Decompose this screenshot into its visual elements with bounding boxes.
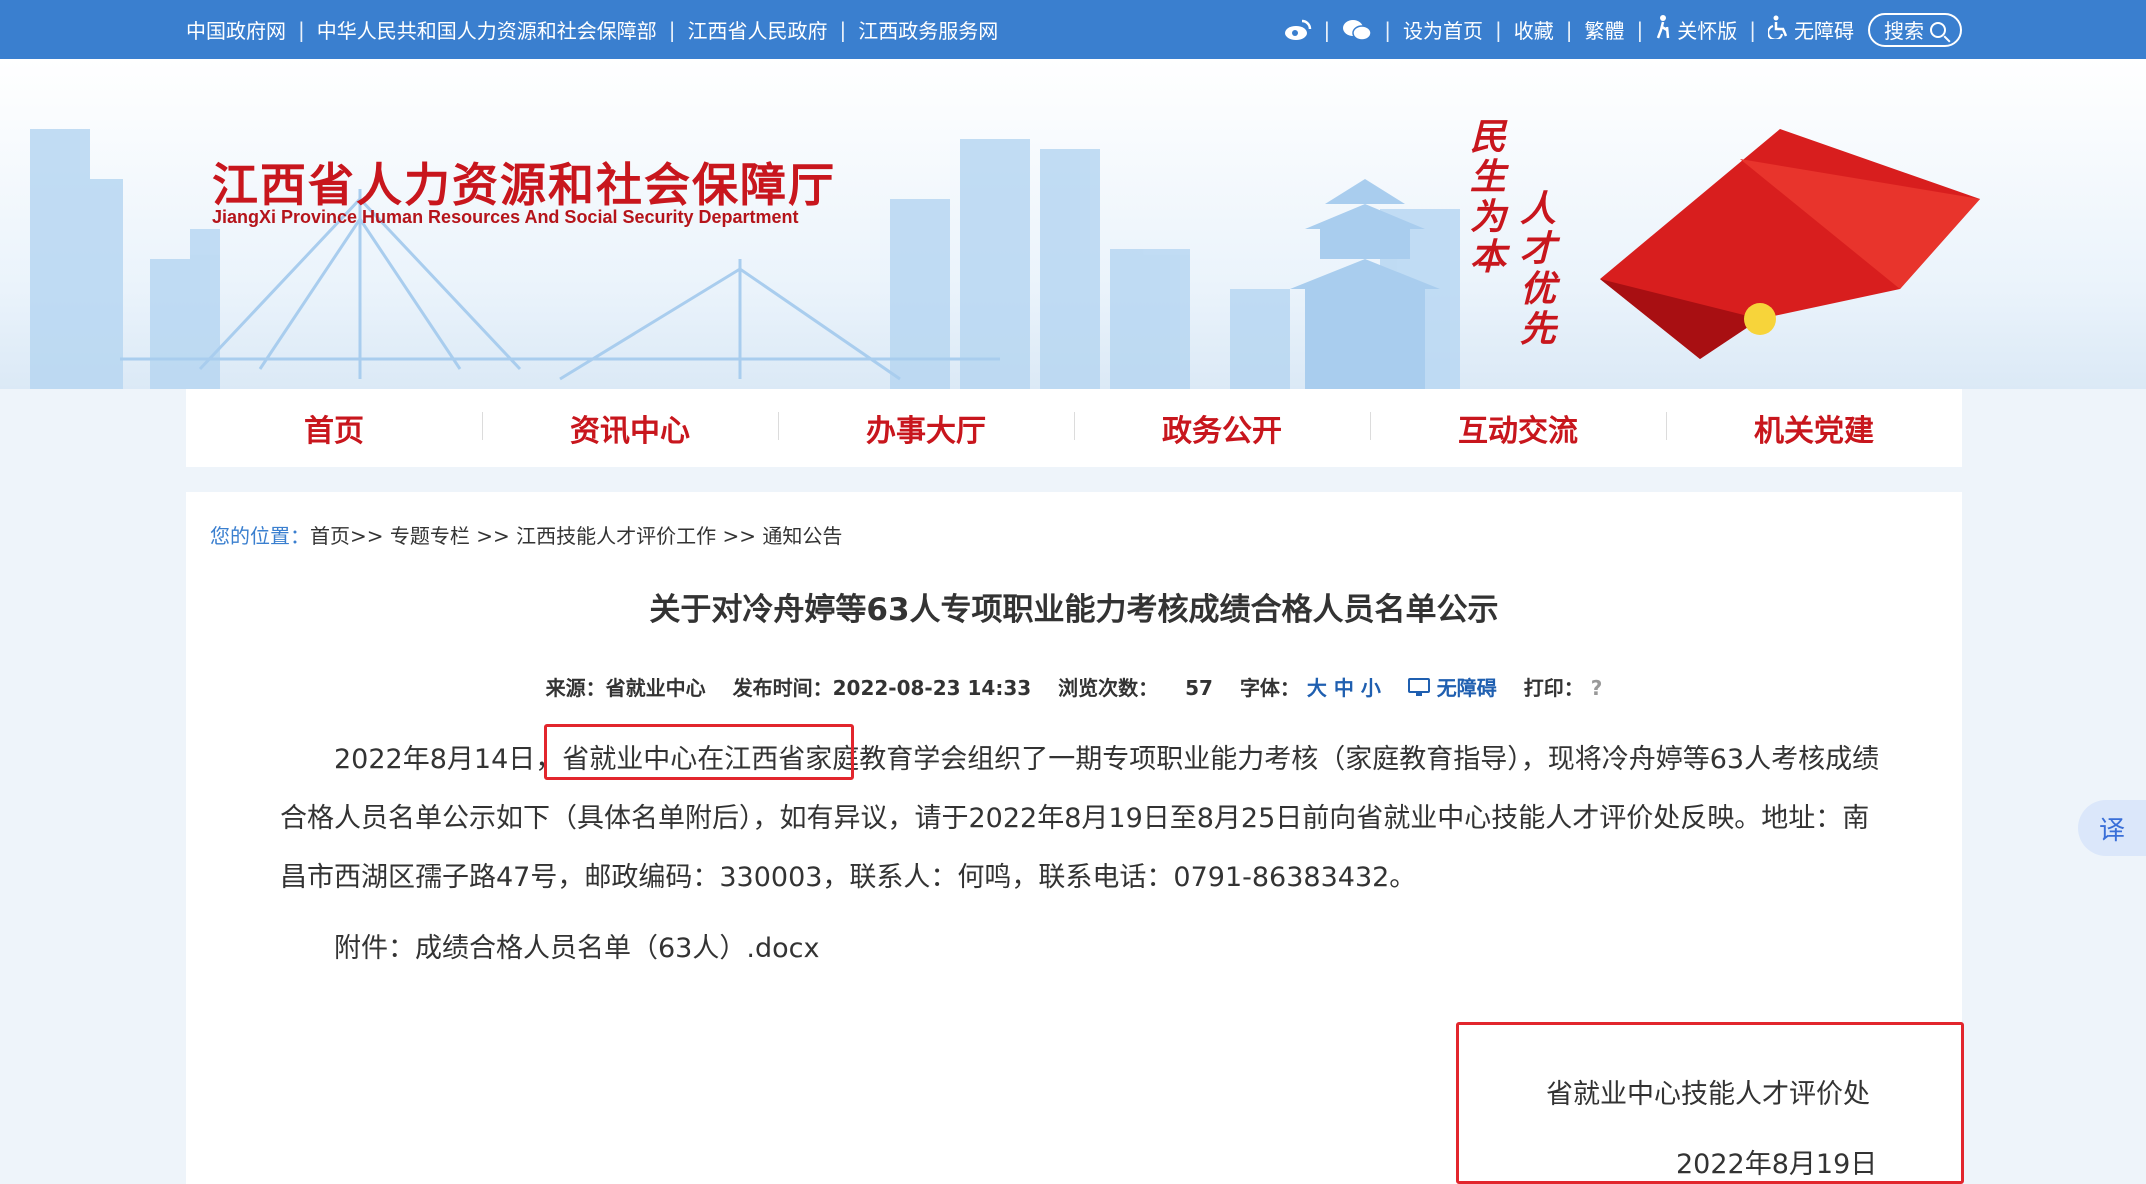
nav-news[interactable]: 资讯中心	[482, 406, 778, 450]
breadcrumb: 您的位置：首页>> 专题专栏 >> 江西技能人才评价工作 >> 通知公告	[210, 520, 842, 549]
link-jiangxi-gov[interactable]: 江西省人民政府	[688, 15, 828, 44]
care-mode-link[interactable]: 关怀版	[1655, 14, 1738, 45]
accessible-reading-link[interactable]: 无障碍	[1407, 676, 1504, 700]
slogan-people: 民生为本	[1470, 116, 1507, 278]
search-label: 搜索	[1884, 19, 1924, 43]
article-title: 关于对冷舟婷等63人专项职业能力考核成绩合格人员名单公示	[649, 592, 1499, 628]
article-body: 2022年8月14日，省就业中心在江西省家庭教育学会组织了一期专项职业能力考核（…	[280, 730, 1880, 978]
site-title[interactable]: 江西省人力资源和社会保障厅	[212, 149, 836, 215]
divider: |	[1384, 17, 1391, 42]
meta-views-label: 浏览次数：	[1058, 676, 1159, 700]
divider: |	[1636, 17, 1644, 42]
wheelchair-icon	[1767, 15, 1790, 45]
meta-font-label: 字体：	[1239, 676, 1300, 700]
accessible-label: 无障碍	[1436, 676, 1497, 700]
search-icon	[1930, 21, 1946, 38]
main-nav: 首页 资讯中心 办事大厅 政务公开 互动交流 机关党建	[186, 389, 1962, 467]
meta-publish-time: 发布时间：2022-08-23 14:33	[732, 676, 1032, 700]
care-mode-label: 关怀版	[1677, 19, 1738, 43]
highlight-box-organizer	[544, 724, 854, 780]
accessibility-link[interactable]: 无障碍	[1767, 15, 1854, 45]
divider: |	[1495, 17, 1502, 42]
link-mohrss[interactable]: 中华人民共和国人力资源和社会保障部	[317, 15, 657, 44]
divider: |	[839, 17, 847, 42]
link-jiangxi-service[interactable]: 江西政务服务网	[858, 15, 998, 44]
meta-print-label: 打印：	[1523, 676, 1584, 700]
font-size-switch[interactable]: 大 中 小	[1307, 676, 1381, 700]
attachment-link[interactable]: 附件：成绩合格人员名单（63人）.docx	[280, 919, 1880, 978]
site-subtitle: JiangXi Province Human Resources And Soc…	[212, 207, 799, 227]
traditional-link[interactable]: 繁體	[1585, 15, 1625, 44]
article-paragraph: 2022年8月14日，省就业中心在江西省家庭教育学会组织了一期专项职业能力考核（…	[280, 730, 1880, 907]
signature-org: 省就业中心技能人才评价处	[1546, 1079, 1870, 1110]
print-icon[interactable]: ?	[1591, 676, 1603, 700]
favorite-link[interactable]: 收藏	[1514, 15, 1554, 44]
header-banner: 江西省人力资源和社会保障厅 JiangXi Province Human Res…	[0, 59, 2146, 389]
nav-services[interactable]: 办事大厅	[778, 406, 1074, 450]
translate-button[interactable]: 译	[2078, 800, 2146, 856]
nav-interaction[interactable]: 互动交流	[1370, 406, 1666, 450]
search-button[interactable]: 搜索	[1868, 12, 1962, 47]
set-home-link[interactable]: 设为首页	[1403, 15, 1483, 44]
para-date: 2022年8月14日，	[334, 744, 563, 775]
top-bar: 中国政府网 | 中华人民共和国人力资源和社会保障部 | 江西省人民政府 | 江西…	[0, 0, 2146, 59]
wechat-icon[interactable]	[1342, 18, 1372, 42]
elderly-icon	[1655, 14, 1673, 45]
nav-home[interactable]: 首页	[186, 406, 482, 450]
slogan-talent: 人才优先	[1520, 188, 1557, 350]
divider: |	[1323, 17, 1331, 42]
divider: |	[668, 17, 676, 42]
nav-disclosure[interactable]: 政务公开	[1074, 406, 1370, 450]
nav-party[interactable]: 机关党建	[1666, 406, 1962, 450]
link-gov[interactable]: 中国政府网	[186, 15, 286, 44]
meta-views: 57	[1185, 676, 1213, 700]
breadcrumb-path[interactable]: 首页>> 专题专栏 >> 江西技能人才评价工作 >> 通知公告	[310, 524, 842, 548]
meta-source: 来源：省就业中心	[545, 676, 706, 700]
divider: |	[298, 17, 305, 42]
weibo-icon[interactable]	[1284, 18, 1312, 42]
top-links: 中国政府网 | 中华人民共和国人力资源和社会保障部 | 江西省人民政府 | 江西…	[186, 0, 998, 59]
signature-date: 2022年8月19日	[1676, 1149, 1878, 1180]
divider: |	[1565, 17, 1573, 42]
article-meta: 来源：省就业中心 发布时间：2022-08-23 14:33 浏览次数： 57 …	[186, 672, 1962, 701]
monitor-icon	[1407, 678, 1430, 696]
top-tools: | | 设为首页 | 收藏 | 繁體 | 关怀版 | 无障碍 搜索	[1284, 0, 1962, 59]
breadcrumb-label: 您的位置：	[210, 524, 310, 548]
article-panel: 您的位置：首页>> 专题专栏 >> 江西技能人才评价工作 >> 通知公告 关于对…	[186, 492, 1964, 1184]
divider: |	[1749, 17, 1756, 42]
accessibility-label: 无障碍	[1794, 19, 1854, 43]
